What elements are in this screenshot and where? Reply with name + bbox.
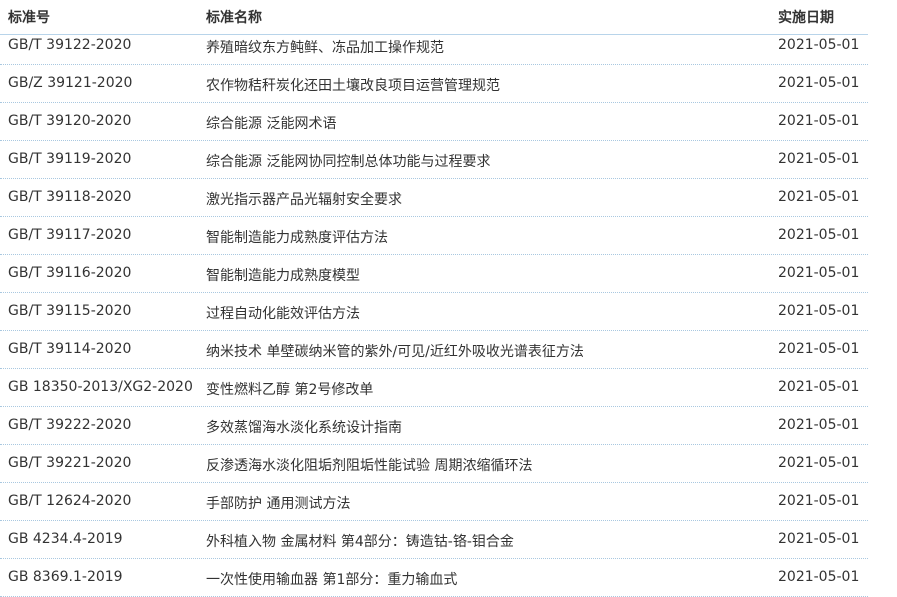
standard-name[interactable]: 过程自动化能效评估方法 bbox=[206, 303, 360, 323]
standard-code: GB/T 39122-2020 bbox=[8, 37, 132, 53]
standard-name[interactable]: 综合能源 泛能网协同控制总体功能与过程要求 bbox=[206, 151, 490, 171]
standard-code: GB 18350-2013/XG2-2020 bbox=[8, 379, 193, 395]
standard-code: GB/T 39117-2020 bbox=[8, 227, 132, 243]
standard-code: GB/T 39116-2020 bbox=[8, 265, 132, 281]
table-row[interactable]: GB/T 39122-2020 养殖暗纹东方鲀鲜、冻品加工操作规范 2021-0… bbox=[0, 27, 868, 65]
table-row[interactable]: GB 18350-2013/XG2-2020 变性燃料乙醇 第2号修改单 202… bbox=[0, 369, 868, 407]
effective-date: 2021-05-01 bbox=[778, 265, 860, 281]
header-date[interactable]: 实施日期 bbox=[778, 7, 834, 27]
effective-date: 2021-05-01 bbox=[778, 531, 860, 547]
table-row[interactable]: GB/T 39222-2020 多效蒸馏海水淡化系统设计指南 2021-05-0… bbox=[0, 407, 868, 445]
effective-date: 2021-05-01 bbox=[778, 417, 860, 433]
standard-name[interactable]: 手部防护 通用测试方法 bbox=[206, 493, 350, 513]
standard-name[interactable]: 综合能源 泛能网术语 bbox=[206, 113, 336, 133]
standard-code: GB/T 39115-2020 bbox=[8, 303, 132, 319]
standard-name[interactable]: 激光指示器产品光辐射安全要求 bbox=[206, 189, 402, 209]
table-row[interactable]: GB/T 12624-2020 手部防护 通用测试方法 2021-05-01 bbox=[0, 483, 868, 521]
standard-code: GB 4234.4-2019 bbox=[8, 531, 123, 547]
standard-name[interactable]: 变性燃料乙醇 第2号修改单 bbox=[206, 379, 373, 399]
table-row[interactable]: GB/T 39221-2020 反渗透海水淡化阻垢剂阻垢性能试验 周期浓缩循环法… bbox=[0, 445, 868, 483]
effective-date: 2021-05-01 bbox=[778, 37, 860, 53]
standard-name[interactable]: 外科植入物 金属材料 第4部分：铸造钴-铬-钼合金 bbox=[206, 531, 514, 551]
standard-name[interactable]: 养殖暗纹东方鲀鲜、冻品加工操作规范 bbox=[206, 37, 444, 57]
effective-date: 2021-05-01 bbox=[778, 341, 860, 357]
effective-date: 2021-05-01 bbox=[778, 75, 860, 91]
table-row[interactable]: GB 8369.1-2019 一次性使用输血器 第1部分：重力输血式 2021-… bbox=[0, 559, 868, 597]
standard-name[interactable]: 纳米技术 单壁碳纳米管的紫外/可见/近红外吸收光谱表征方法 bbox=[206, 341, 584, 361]
header-code[interactable]: 标准号 bbox=[8, 7, 50, 27]
standard-name[interactable]: 智能制造能力成熟度评估方法 bbox=[206, 227, 388, 247]
table-row[interactable]: GB/T 39118-2020 激光指示器产品光辐射安全要求 2021-05-0… bbox=[0, 179, 868, 217]
effective-date: 2021-05-01 bbox=[778, 569, 860, 585]
standard-code: GB/T 39120-2020 bbox=[8, 113, 132, 129]
table-row[interactable]: GB/T 39115-2020 过程自动化能效评估方法 2021-05-01 bbox=[0, 293, 868, 331]
table-row[interactable]: GB/T 39116-2020 智能制造能力成熟度模型 2021-05-01 bbox=[0, 255, 868, 293]
standard-name[interactable]: 反渗透海水淡化阻垢剂阻垢性能试验 周期浓缩循环法 bbox=[206, 455, 532, 475]
standard-code: GB/T 39114-2020 bbox=[8, 341, 132, 357]
table-row[interactable]: GB/T 39120-2020 综合能源 泛能网术语 2021-05-01 bbox=[0, 103, 868, 141]
table-row[interactable]: GB/T 39114-2020 纳米技术 单壁碳纳米管的紫外/可见/近红外吸收光… bbox=[0, 331, 868, 369]
scrollbar[interactable] bbox=[883, 0, 897, 597]
standard-code: GB/T 39118-2020 bbox=[8, 189, 132, 205]
table-row[interactable]: GB/T 39117-2020 智能制造能力成熟度评估方法 2021-05-01 bbox=[0, 217, 868, 255]
standards-table: 标准号 标准名称 实施日期 GB/T 39122-2020 养殖暗纹东方鲀鲜、冻… bbox=[0, 0, 897, 597]
standard-name[interactable]: 农作物秸秆炭化还田土壤改良项目运营管理规范 bbox=[206, 75, 500, 95]
standard-name[interactable]: 多效蒸馏海水淡化系统设计指南 bbox=[206, 417, 402, 437]
standard-code: GB/T 39221-2020 bbox=[8, 455, 132, 471]
standard-code: GB/Z 39121-2020 bbox=[8, 75, 133, 91]
table-row[interactable]: GB/T 39119-2020 综合能源 泛能网协同控制总体功能与过程要求 20… bbox=[0, 141, 868, 179]
standard-name[interactable]: 一次性使用输血器 第1部分：重力输血式 bbox=[206, 569, 457, 589]
table-row[interactable]: GB 4234.4-2019 外科植入物 金属材料 第4部分：铸造钴-铬-钼合金… bbox=[0, 521, 868, 559]
table-row[interactable]: GB/Z 39121-2020 农作物秸秆炭化还田土壤改良项目运营管理规范 20… bbox=[0, 65, 868, 103]
effective-date: 2021-05-01 bbox=[778, 455, 860, 471]
effective-date: 2021-05-01 bbox=[778, 379, 860, 395]
table-body: GB/T 39122-2020 养殖暗纹东方鲀鲜、冻品加工操作规范 2021-0… bbox=[0, 27, 868, 597]
effective-date: 2021-05-01 bbox=[778, 303, 860, 319]
effective-date: 2021-05-01 bbox=[778, 227, 860, 243]
standard-code: GB/T 39222-2020 bbox=[8, 417, 132, 433]
effective-date: 2021-05-01 bbox=[778, 113, 860, 129]
standard-code: GB 8369.1-2019 bbox=[8, 569, 123, 585]
standard-code: GB/T 39119-2020 bbox=[8, 151, 132, 167]
effective-date: 2021-05-01 bbox=[778, 493, 860, 509]
effective-date: 2021-05-01 bbox=[778, 189, 860, 205]
standard-name[interactable]: 智能制造能力成熟度模型 bbox=[206, 265, 360, 285]
effective-date: 2021-05-01 bbox=[778, 151, 860, 167]
header-name[interactable]: 标准名称 bbox=[206, 7, 262, 27]
standard-code: GB/T 12624-2020 bbox=[8, 493, 132, 509]
